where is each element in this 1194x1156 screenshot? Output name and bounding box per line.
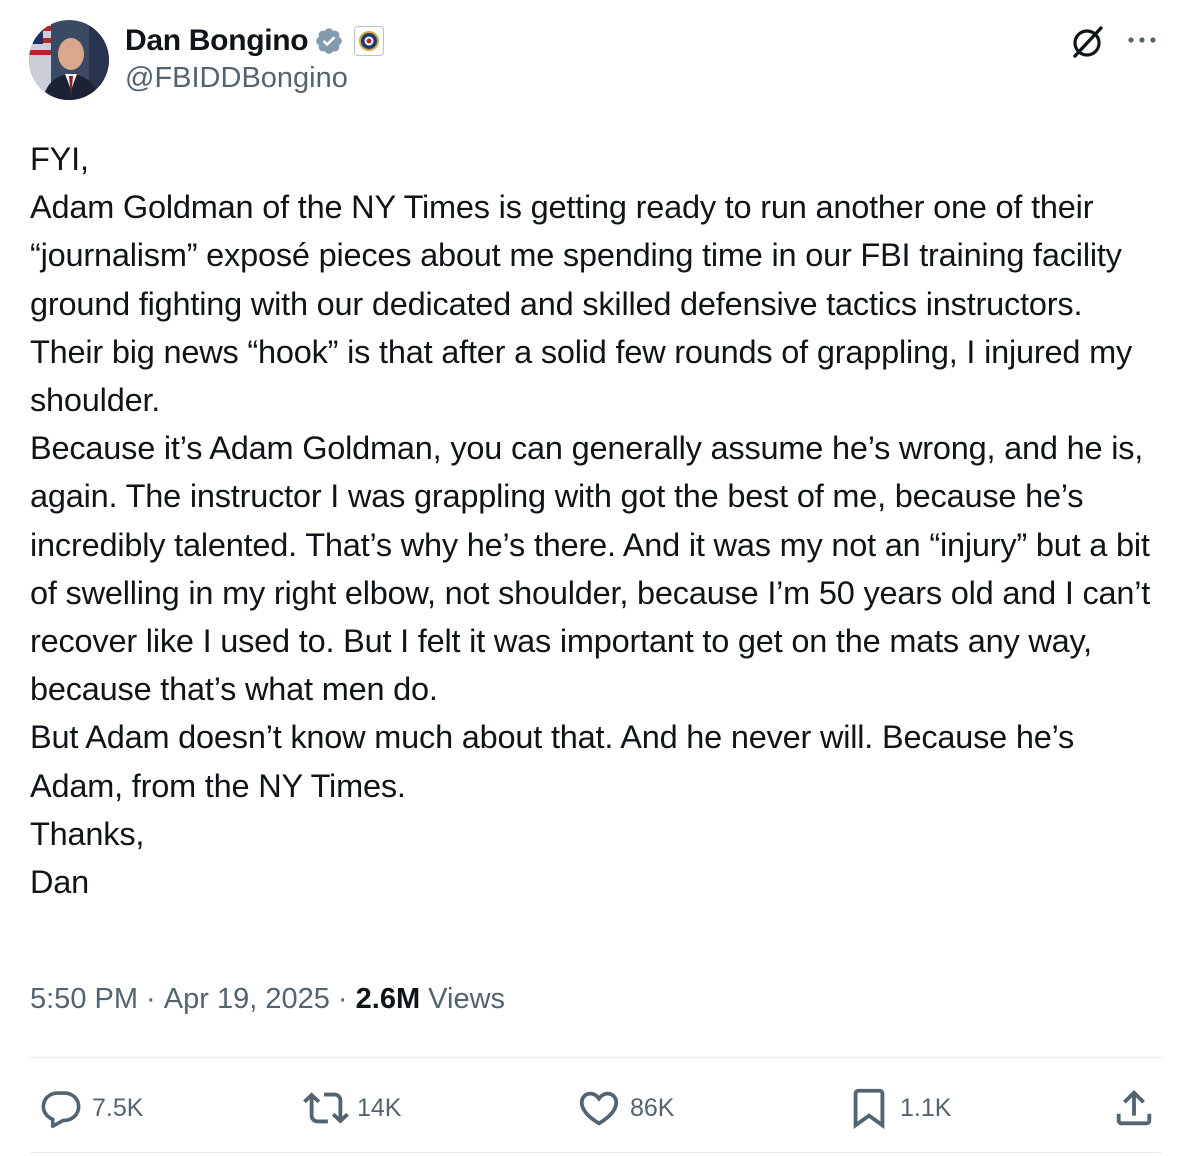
- tweet-meta: 5:50 PM · Apr 19, 2025 · 2.6M Views: [30, 983, 505, 1016]
- meta-separator: ·: [138, 983, 164, 1015]
- divider-bottom: [30, 1152, 1162, 1153]
- share-icon: [1116, 1089, 1152, 1126]
- repost-button[interactable]: 14K: [303, 1080, 401, 1136]
- reply-button[interactable]: 7.5K: [38, 1080, 143, 1136]
- meta-separator: ·: [329, 983, 356, 1015]
- views-label: Views: [420, 983, 506, 1015]
- heart-icon: [579, 1091, 619, 1126]
- action-bar: 7.5K 14K 86K 1.1K: [0, 1080, 1194, 1136]
- avatar-image: [29, 20, 109, 100]
- views-count: 2.6M: [355, 983, 421, 1015]
- author-name-row: Dan Bongino: [125, 22, 385, 60]
- like-button[interactable]: 86K: [576, 1080, 674, 1136]
- tweet: Dan Bongino @FBIDDBongino FYI, Adam Gold…: [0, 0, 1194, 1156]
- divider-top: [30, 1057, 1162, 1058]
- repost-count: 14K: [357, 1093, 402, 1122]
- verified-badge-icon[interactable]: [314, 26, 344, 56]
- grok-icon[interactable]: [1068, 22, 1108, 62]
- repost-icon: [303, 1092, 349, 1124]
- author-handle[interactable]: @FBIDDBongino: [125, 62, 348, 95]
- share-button[interactable]: [1111, 1080, 1157, 1136]
- bookmark-button[interactable]: 1.1K: [846, 1080, 951, 1136]
- author-display-name[interactable]: Dan Bongino: [125, 24, 309, 58]
- reply-count: 7.5K: [92, 1093, 144, 1122]
- like-count: 86K: [630, 1093, 675, 1122]
- reply-icon: [41, 1091, 81, 1129]
- avatar[interactable]: [29, 20, 109, 100]
- more-icon[interactable]: [1124, 28, 1160, 52]
- tweet-time[interactable]: 5:50 PM: [30, 983, 138, 1016]
- fbi-seal-icon[interactable]: [354, 26, 385, 56]
- tweet-text: FYI, Adam Goldman of the NY Times is get…: [30, 141, 1151, 901]
- tweet-date[interactable]: Apr 19, 2025: [164, 983, 330, 1016]
- bookmark-icon: [853, 1088, 885, 1129]
- bookmark-count: 1.1K: [900, 1093, 952, 1122]
